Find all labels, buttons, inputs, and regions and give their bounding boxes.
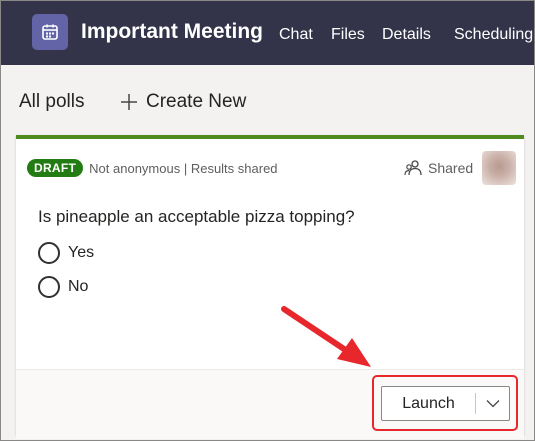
meeting-header: Important Meeting Chat Files Details Sch… (1, 1, 534, 65)
poll-option-yes[interactable]: Yes (38, 241, 94, 265)
poll-card-footer: Launch (16, 369, 524, 439)
calendar-icon (32, 14, 68, 50)
create-new-button[interactable]: Create New (120, 89, 246, 115)
poll-option-no[interactable]: No (38, 275, 88, 299)
poll-option-label: No (68, 278, 89, 295)
tab-chat[interactable]: Chat (279, 26, 313, 44)
poll-meta: Not anonymous | Results shared (89, 160, 278, 176)
poll-card: DRAFT Not anonymous | Results shared Sha… (16, 135, 524, 439)
people-icon (404, 160, 422, 176)
radio-button[interactable] (38, 276, 60, 298)
launch-button[interactable]: Launch (382, 387, 475, 420)
tab-details[interactable]: Details (382, 26, 431, 44)
poll-status-row: DRAFT Not anonymous | Results shared (27, 159, 278, 177)
shared-indicator[interactable]: Shared (404, 157, 473, 179)
page-title: All polls (19, 91, 85, 112)
tab-files[interactable]: Files (331, 26, 365, 44)
avatar[interactable] (482, 151, 516, 185)
meeting-title: Important Meeting (81, 20, 263, 43)
poll-question: Is pineapple an acceptable pizza topping… (38, 207, 355, 226)
shared-label: Shared (428, 160, 474, 176)
launch-split-button: Launch (381, 386, 510, 421)
annotation-highlight-box: Launch (372, 375, 518, 431)
chevron-down-icon (486, 400, 499, 408)
status-badge: DRAFT (27, 159, 84, 177)
tab-scheduling[interactable]: Scheduling (454, 26, 533, 44)
radio-button[interactable] (38, 242, 60, 264)
launch-dropdown-button[interactable] (476, 387, 509, 420)
create-new-label: Create New (146, 91, 247, 112)
plus-icon (121, 94, 137, 110)
app-window: Important Meeting Chat Files Details Sch… (0, 0, 535, 441)
poll-option-label: Yes (68, 244, 95, 261)
